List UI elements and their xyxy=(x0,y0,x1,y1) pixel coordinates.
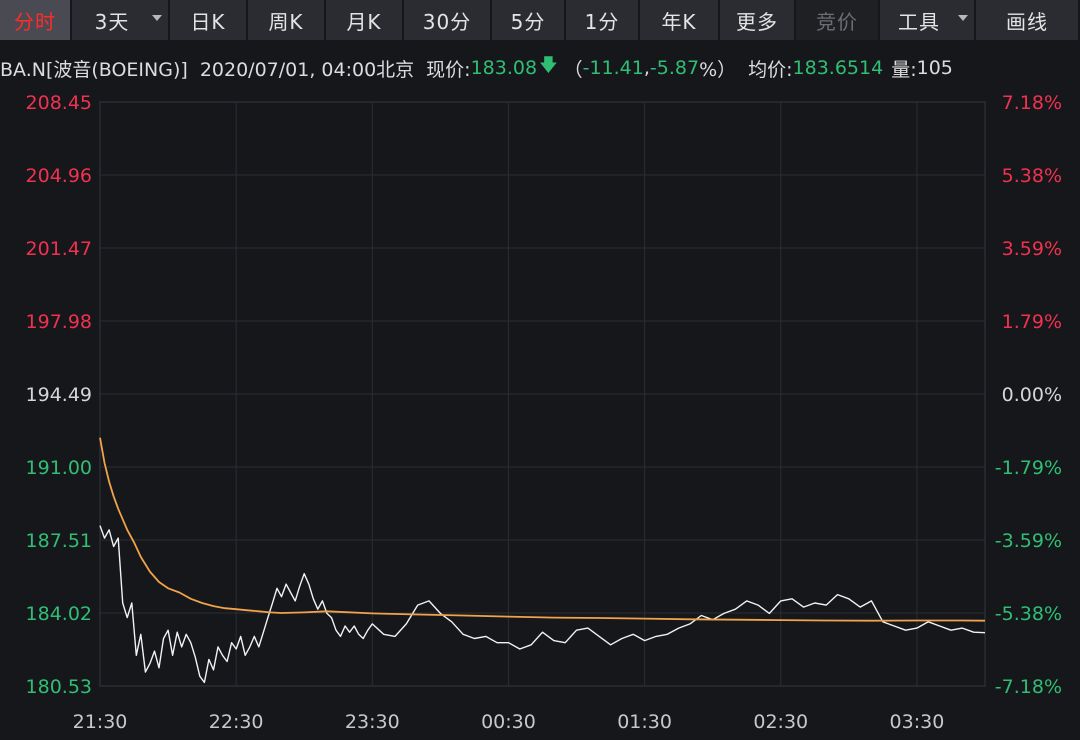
avg-price: 183.6514 xyxy=(792,57,884,79)
price-change-percent: -5.87 xyxy=(649,57,700,79)
avg-label: 均价: xyxy=(748,58,793,81)
x-tick-label: 21:30 xyxy=(73,711,128,733)
tab-intraday[interactable]: 分时 xyxy=(0,0,72,40)
pct-tick-label: -7.18% xyxy=(995,676,1062,698)
tab-label: 30分 xyxy=(422,9,472,34)
tab-drawing[interactable]: 画线 xyxy=(976,0,1080,40)
y-tick-label: 204.96 xyxy=(26,165,92,187)
pct-tick-label: 7.18% xyxy=(1002,92,1062,114)
tab-label: 分时 xyxy=(14,9,56,34)
y-tick-label: 197.98 xyxy=(26,311,92,333)
y-tick-label: 187.51 xyxy=(26,530,92,552)
pct-tick-label: -5.38% xyxy=(995,603,1062,625)
down-arrow-icon: 🡇 xyxy=(539,55,558,76)
average-price-line xyxy=(99,437,986,622)
y-tick-label: 201.47 xyxy=(26,238,92,260)
tab-label: 3天 xyxy=(94,9,130,34)
x-tick-label: 01:30 xyxy=(617,711,672,733)
tab-tools[interactable]: 工具 xyxy=(880,0,976,40)
tab-label: 年K xyxy=(661,9,697,34)
tab-label: 工具 xyxy=(898,9,940,34)
y-tick-label: 191.00 xyxy=(26,457,92,479)
tab-weekly-k[interactable]: 周K xyxy=(248,0,326,40)
pct-tick-label: 1.79% xyxy=(1002,311,1062,333)
tab-label: 竞价 xyxy=(816,9,858,34)
tab-label: 画线 xyxy=(1006,9,1048,34)
current-price: 183.08 xyxy=(470,57,538,79)
symbol-name: BA.N[波音(BOEING)] xyxy=(0,58,188,81)
tab-daily-k[interactable]: 日K xyxy=(170,0,248,40)
volume-label: 量: xyxy=(891,58,917,81)
pct-tick-label: -3.59% xyxy=(995,530,1062,552)
x-tick-label: 22:30 xyxy=(209,711,264,733)
pct-tick-label: 3.59% xyxy=(1002,238,1062,260)
y-tick-label: 194.49 xyxy=(26,384,92,406)
tab-label: 月K xyxy=(346,9,382,34)
y-tick-label: 180.53 xyxy=(26,676,92,698)
price-line xyxy=(99,525,986,684)
tab-label: 5分 xyxy=(510,9,546,34)
tab-label: 周K xyxy=(268,9,304,34)
tab-1min[interactable]: 1分 xyxy=(566,0,640,40)
price-change: -11.41 xyxy=(582,57,644,79)
tab-3day[interactable]: 3天 xyxy=(72,0,170,40)
tab-more[interactable]: 更多 xyxy=(720,0,796,40)
price-label: 现价: xyxy=(426,58,471,81)
tab-auction[interactable]: 竞价 xyxy=(796,0,880,40)
change-open-paren: （ xyxy=(563,58,583,81)
plot-frame xyxy=(99,101,986,687)
x-tick-label: 23:30 xyxy=(345,711,400,733)
y-tick-label: 208.45 xyxy=(26,92,92,114)
chevron-down-icon xyxy=(152,15,162,21)
x-tick-label: 03:30 xyxy=(890,711,945,733)
tab-monthly-k[interactable]: 月K xyxy=(326,0,404,40)
quote-info-line: BA.N[波音(BOEING)] 2020/07/01, 04:00北京 现价:… xyxy=(0,48,1080,88)
period-tab-bar: 分时 3天 日K 周K 月K 30分 5分 1分 年K 更多 竞价 工具 画线 xyxy=(0,0,1080,40)
pct-tick-label: 0.00% xyxy=(1002,384,1062,406)
quote-datetime: 2020/07/01, 04:00北京 xyxy=(199,58,415,81)
intraday-chart[interactable]: 208.45 7.18% 204.96 5.38% 201.47 3.59% 197.98 1… xyxy=(0,0,1080,740)
y-tick-label: 184.02 xyxy=(26,603,92,625)
volume-value: 105 xyxy=(916,57,953,79)
tab-label: 1分 xyxy=(584,9,620,34)
x-tick-label: 02:30 xyxy=(753,711,808,733)
tab-label: 更多 xyxy=(736,9,778,34)
pct-tick-label: -1.79% xyxy=(995,457,1062,479)
change-close-paren: %） xyxy=(699,58,737,81)
tab-label: 日K xyxy=(190,9,226,34)
tab-yearly-k[interactable]: 年K xyxy=(640,0,720,40)
x-tick-label: 00:30 xyxy=(481,711,536,733)
tab-5min[interactable]: 5分 xyxy=(492,0,566,40)
chevron-down-icon xyxy=(958,15,968,21)
tab-30min[interactable]: 30分 xyxy=(404,0,492,40)
pct-tick-label: 5.38% xyxy=(1002,165,1062,187)
